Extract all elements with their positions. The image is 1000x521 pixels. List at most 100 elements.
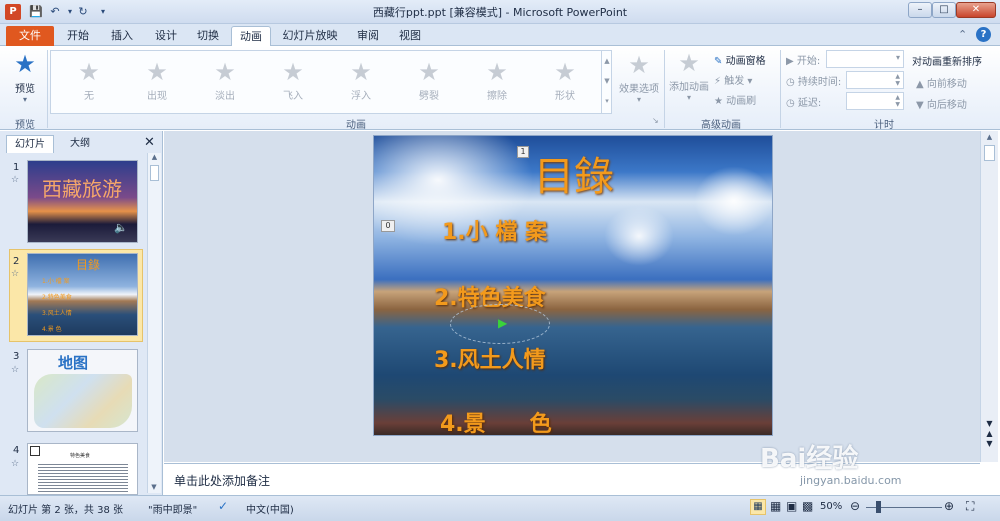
- animation-painter-button[interactable]: ★ 动画刷: [714, 92, 776, 108]
- fit-to-window-icon[interactable]: ⛶: [966, 499, 974, 514]
- slide-sorter-icon[interactable]: ▦: [770, 499, 781, 513]
- zoom-slider-thumb[interactable]: [876, 501, 881, 513]
- duration-label: ◷ 持续时间:: [786, 77, 842, 88]
- slide-thumbnail-3[interactable]: 地图: [27, 349, 138, 432]
- slideshow-view-icon[interactable]: ▩: [802, 499, 813, 513]
- move-earlier-icon: ▲: [916, 79, 924, 90]
- minimize-button[interactable]: –: [908, 2, 932, 18]
- cloud-image: [604, 206, 674, 266]
- start-dropdown-icon: ▾: [895, 53, 900, 62]
- zoom-level[interactable]: 50%: [820, 501, 842, 512]
- normal-view-icon[interactable]: ▦: [750, 499, 766, 515]
- animation-dialog-launcher-icon[interactable]: ↘: [652, 116, 659, 125]
- notes-placeholder: 单击此处添加备注: [174, 474, 271, 488]
- scroll-down-icon[interactable]: ▼ ▲ ▼: [981, 419, 998, 449]
- duration-spinner[interactable]: ▲ ▼: [846, 71, 904, 89]
- scroll-thumb[interactable]: [984, 145, 995, 161]
- slide-transition-star-icon: ☆: [11, 175, 20, 185]
- preview-star-icon: ★: [14, 50, 36, 78]
- watermark-brand: Bai经验: [760, 444, 859, 474]
- tab-transitions[interactable]: 切换: [188, 26, 228, 46]
- slide-thumbnail-2[interactable]: 目錄 1.小 檔 案 2.特色美食 3.风土人情 4.景 色: [27, 253, 138, 336]
- tab-outline[interactable]: 大纲: [56, 135, 104, 153]
- animation-fade[interactable]: ★ 淡出: [191, 57, 259, 113]
- animation-shape-icon: ★: [554, 58, 576, 86]
- animation-float-in[interactable]: ★ 浮入: [327, 57, 395, 113]
- animation-float-in-icon: ★: [350, 58, 372, 86]
- maximize-button[interactable]: □: [932, 2, 956, 18]
- ribbon-divider: [47, 50, 48, 128]
- gallery-scroll[interactable]: ▲ ▼ ▾: [601, 51, 612, 113]
- start-select[interactable]: ▾: [826, 50, 904, 68]
- help-icon[interactable]: ?: [976, 27, 991, 42]
- watermark-url: jingyan.baidu.com: [800, 474, 902, 487]
- thumb-title: 西藏旅游: [42, 177, 122, 201]
- group-label-advanced-animation: 高级动画: [701, 120, 741, 131]
- tab-insert[interactable]: 插入: [102, 26, 142, 46]
- tab-design[interactable]: 设计: [146, 26, 186, 46]
- start-label: ▶ 开始:: [786, 56, 821, 67]
- delay-label: ◷ 延迟:: [786, 98, 822, 109]
- checkbox-icon: [30, 446, 40, 456]
- cloud-image: [694, 166, 772, 236]
- reading-view-icon[interactable]: ▣: [786, 499, 797, 513]
- scroll-up-icon[interactable]: ▲: [148, 153, 161, 161]
- ribbon-divider: [780, 50, 781, 128]
- preview-button[interactable]: ★ 预览 ▾: [4, 48, 46, 110]
- animation-fly-in[interactable]: ★ 飞入: [259, 57, 327, 113]
- tab-slideshow[interactable]: 幻灯片放映: [278, 26, 342, 46]
- thumb-item: 3.风土人情: [42, 310, 72, 317]
- delay-spinner[interactable]: ▲ ▼: [846, 92, 904, 110]
- slide-number: 4: [13, 445, 20, 456]
- slide-number: 3: [13, 351, 20, 362]
- animation-shape[interactable]: ★ 形状: [531, 57, 599, 113]
- scroll-down-icon[interactable]: ▼: [148, 483, 160, 491]
- scroll-up-icon[interactable]: ▲: [981, 133, 998, 141]
- animation-wipe-icon: ★: [486, 58, 508, 86]
- zoom-in-icon[interactable]: ⊕: [944, 499, 954, 513]
- animation-tag[interactable]: 0: [381, 220, 395, 232]
- animation-none[interactable]: ★ 无: [55, 57, 123, 113]
- thumb-title: 特色美食: [70, 453, 91, 459]
- tab-slides[interactable]: 幻灯片: [6, 135, 54, 153]
- animation-pane-icon: ✎: [714, 56, 723, 67]
- slide-thumbnail-4[interactable]: 特色美食: [27, 443, 138, 495]
- tab-file[interactable]: 文件: [6, 26, 54, 46]
- title-bar: P 💾 ↶ ▾ ↻ ▾ 西藏行ppt.ppt [兼容模式] - Microsof…: [0, 0, 1000, 24]
- tab-home[interactable]: 开始: [58, 26, 98, 46]
- effect-options-icon: ★: [628, 51, 650, 79]
- spellcheck-icon[interactable]: ✓: [218, 499, 228, 513]
- tab-review[interactable]: 审阅: [348, 26, 388, 46]
- slide-transition-star-icon: ☆: [11, 269, 20, 279]
- close-window-button[interactable]: ✕: [956, 2, 996, 18]
- animation-fly-in-icon: ★: [282, 58, 304, 86]
- thumb-item: 4.景 色: [42, 326, 62, 333]
- status-bar: 幻灯片 第 2 张，共 38 张 "雨中即景" ✓ 中文(中国) ▦ ▦ ▣ ▩…: [0, 495, 1000, 521]
- zoom-out-icon[interactable]: ⊖: [850, 499, 860, 513]
- slide-area-scrollbar[interactable]: ▲ ▼ ▲ ▼: [980, 131, 998, 462]
- animation-split[interactable]: ★ 劈裂: [395, 57, 463, 113]
- slide-thumbnail-1[interactable]: 西藏旅游 🔈: [27, 160, 138, 243]
- slides-pane-scrollbar[interactable]: ▲ ▼: [147, 153, 161, 493]
- tab-animations[interactable]: 动画: [231, 26, 271, 46]
- add-animation-icon: ★: [678, 49, 700, 77]
- animation-appear-icon: ★: [146, 58, 168, 86]
- animation-tag[interactable]: 1: [517, 146, 529, 158]
- ribbon-minimize-icon[interactable]: ⌃: [958, 28, 967, 41]
- animation-pane-button[interactable]: ✎ 动画窗格: [714, 52, 776, 68]
- trigger-button[interactable]: ⚡ 触发 ▾: [714, 72, 776, 88]
- move-later-button[interactable]: ▼ 向后移动: [916, 96, 967, 111]
- ribbon-tab-bar: 文件 开始 插入 设计 切换 动画 幻灯片放映 审阅 视图 ⌃ ?: [0, 24, 1000, 46]
- start-icon: ▶: [786, 56, 794, 67]
- tab-view[interactable]: 视图: [390, 26, 430, 46]
- move-earlier-button[interactable]: ▲ 向前移动: [916, 75, 967, 90]
- animation-wipe[interactable]: ★ 擦除: [463, 57, 531, 113]
- effect-options-button[interactable]: ★ 效果选项 ▾: [616, 50, 662, 112]
- animation-appear[interactable]: ★ 出现: [123, 57, 191, 113]
- move-later-icon: ▼: [916, 100, 924, 111]
- close-pane-icon[interactable]: ✕: [144, 135, 155, 150]
- add-animation-button[interactable]: ★ 添加动画 ▾: [666, 48, 712, 110]
- language-status[interactable]: 中文(中国): [246, 501, 294, 516]
- current-slide[interactable]: 1 0 目錄 1.小 檔 案 2.特色美食 3.风土人情 4.景 色 ▶: [373, 135, 773, 436]
- scroll-thumb[interactable]: [150, 165, 159, 181]
